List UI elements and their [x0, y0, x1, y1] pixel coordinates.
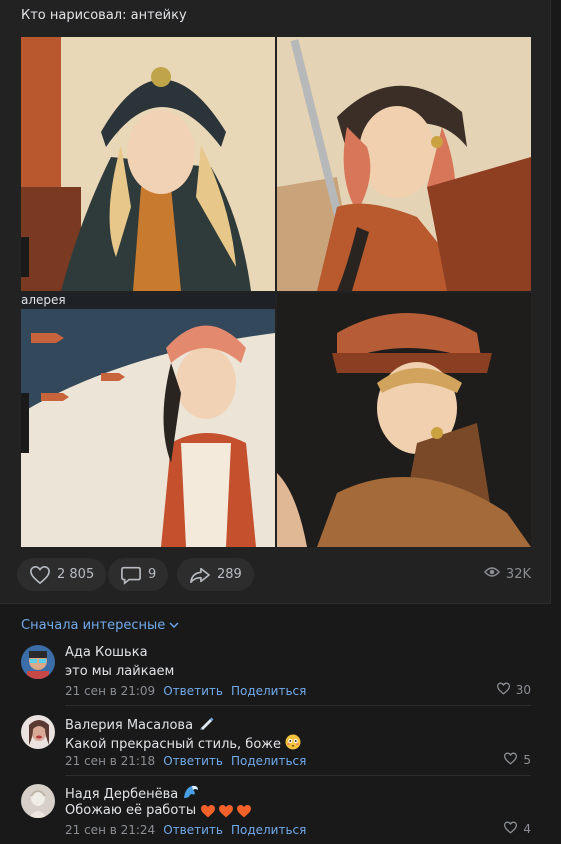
avatar[interactable]	[21, 715, 55, 749]
divider	[65, 705, 531, 706]
view-count: 32K	[505, 566, 531, 582]
photo-3[interactable]: алерея	[21, 293, 275, 547]
heart-icon	[496, 682, 511, 698]
photo-2[interactable]	[277, 37, 531, 291]
comment-author[interactable]: Валерия Масалова	[65, 715, 214, 735]
wave-icon	[183, 784, 199, 804]
gallery-caption: алерея	[21, 293, 66, 307]
reply-link[interactable]: Ответить	[163, 754, 223, 768]
comment-time[interactable]: 21 сен в 21:09	[65, 684, 155, 698]
comment-item: Валерия Масалова Какой прекрасный стиль,…	[21, 715, 531, 775]
comment-like-button[interactable]: 5	[503, 752, 531, 768]
comment-author[interactable]: Ада Кошька	[65, 645, 148, 660]
share-icon	[189, 565, 211, 585]
comment-time[interactable]: 21 сен в 21:18	[65, 754, 155, 768]
comment-sort-dropdown[interactable]: Сначала интересные	[21, 618, 179, 633]
post-actions: 2 805 9 289 32K	[17, 558, 537, 591]
chevron-down-icon	[169, 618, 179, 633]
share-link[interactable]: Поделиться	[231, 684, 306, 698]
comment-text: Обожаю её работы	[65, 803, 252, 818]
heart-icon	[29, 565, 51, 585]
comment-item: Надя Дербенёва Обожаю её работы 21 сен в…	[21, 784, 531, 844]
comment-meta: 21 сен в 21:18 Ответить Поделиться	[65, 754, 306, 768]
comment-button[interactable]: 9	[108, 558, 169, 591]
photo-4[interactable]	[277, 293, 531, 547]
like-button[interactable]: 2 805	[17, 558, 107, 591]
share-count: 289	[217, 567, 242, 582]
comment-meta: 21 сен в 21:09 Ответить Поделиться	[65, 684, 306, 698]
comment-like-count: 4	[523, 822, 531, 836]
avatar[interactable]	[21, 784, 55, 818]
comment-like-count: 5	[523, 753, 531, 767]
avatar[interactable]	[21, 645, 55, 679]
eye-icon	[483, 566, 500, 582]
comment-text: это мы лайкаем	[65, 664, 175, 679]
share-link[interactable]: Поделиться	[231, 754, 306, 768]
heart-icon	[503, 752, 518, 768]
flushed-face-icon	[285, 734, 301, 754]
comment-like-button[interactable]: 30	[496, 682, 531, 698]
photo-1[interactable]	[21, 37, 275, 291]
comment-text: Какой прекрасный стиль, боже	[65, 734, 301, 754]
comment-author[interactable]: Надя Дербенёва	[65, 784, 199, 804]
sort-label: Сначала интересные	[21, 618, 166, 633]
post-text: Кто нарисовал: антейку	[21, 8, 187, 23]
pencil-icon	[198, 715, 214, 735]
post-card: Кто нарисовал: антейку алерея 2 805 9 28…	[0, 0, 551, 604]
comment-item: Ада Кошька это мы лайкаем 21 сен в 21:09…	[21, 645, 531, 705]
photo-gallery: алерея	[21, 37, 531, 547]
share-button[interactable]: 289	[177, 558, 254, 591]
comment-count: 9	[148, 567, 157, 582]
views-counter: 32K	[483, 566, 531, 582]
heart-emoji-icon	[200, 804, 252, 818]
comment-icon	[120, 565, 142, 585]
comment-like-count: 30	[515, 683, 531, 697]
divider	[65, 775, 531, 776]
reply-link[interactable]: Ответить	[163, 684, 223, 698]
like-count: 2 805	[57, 567, 95, 582]
